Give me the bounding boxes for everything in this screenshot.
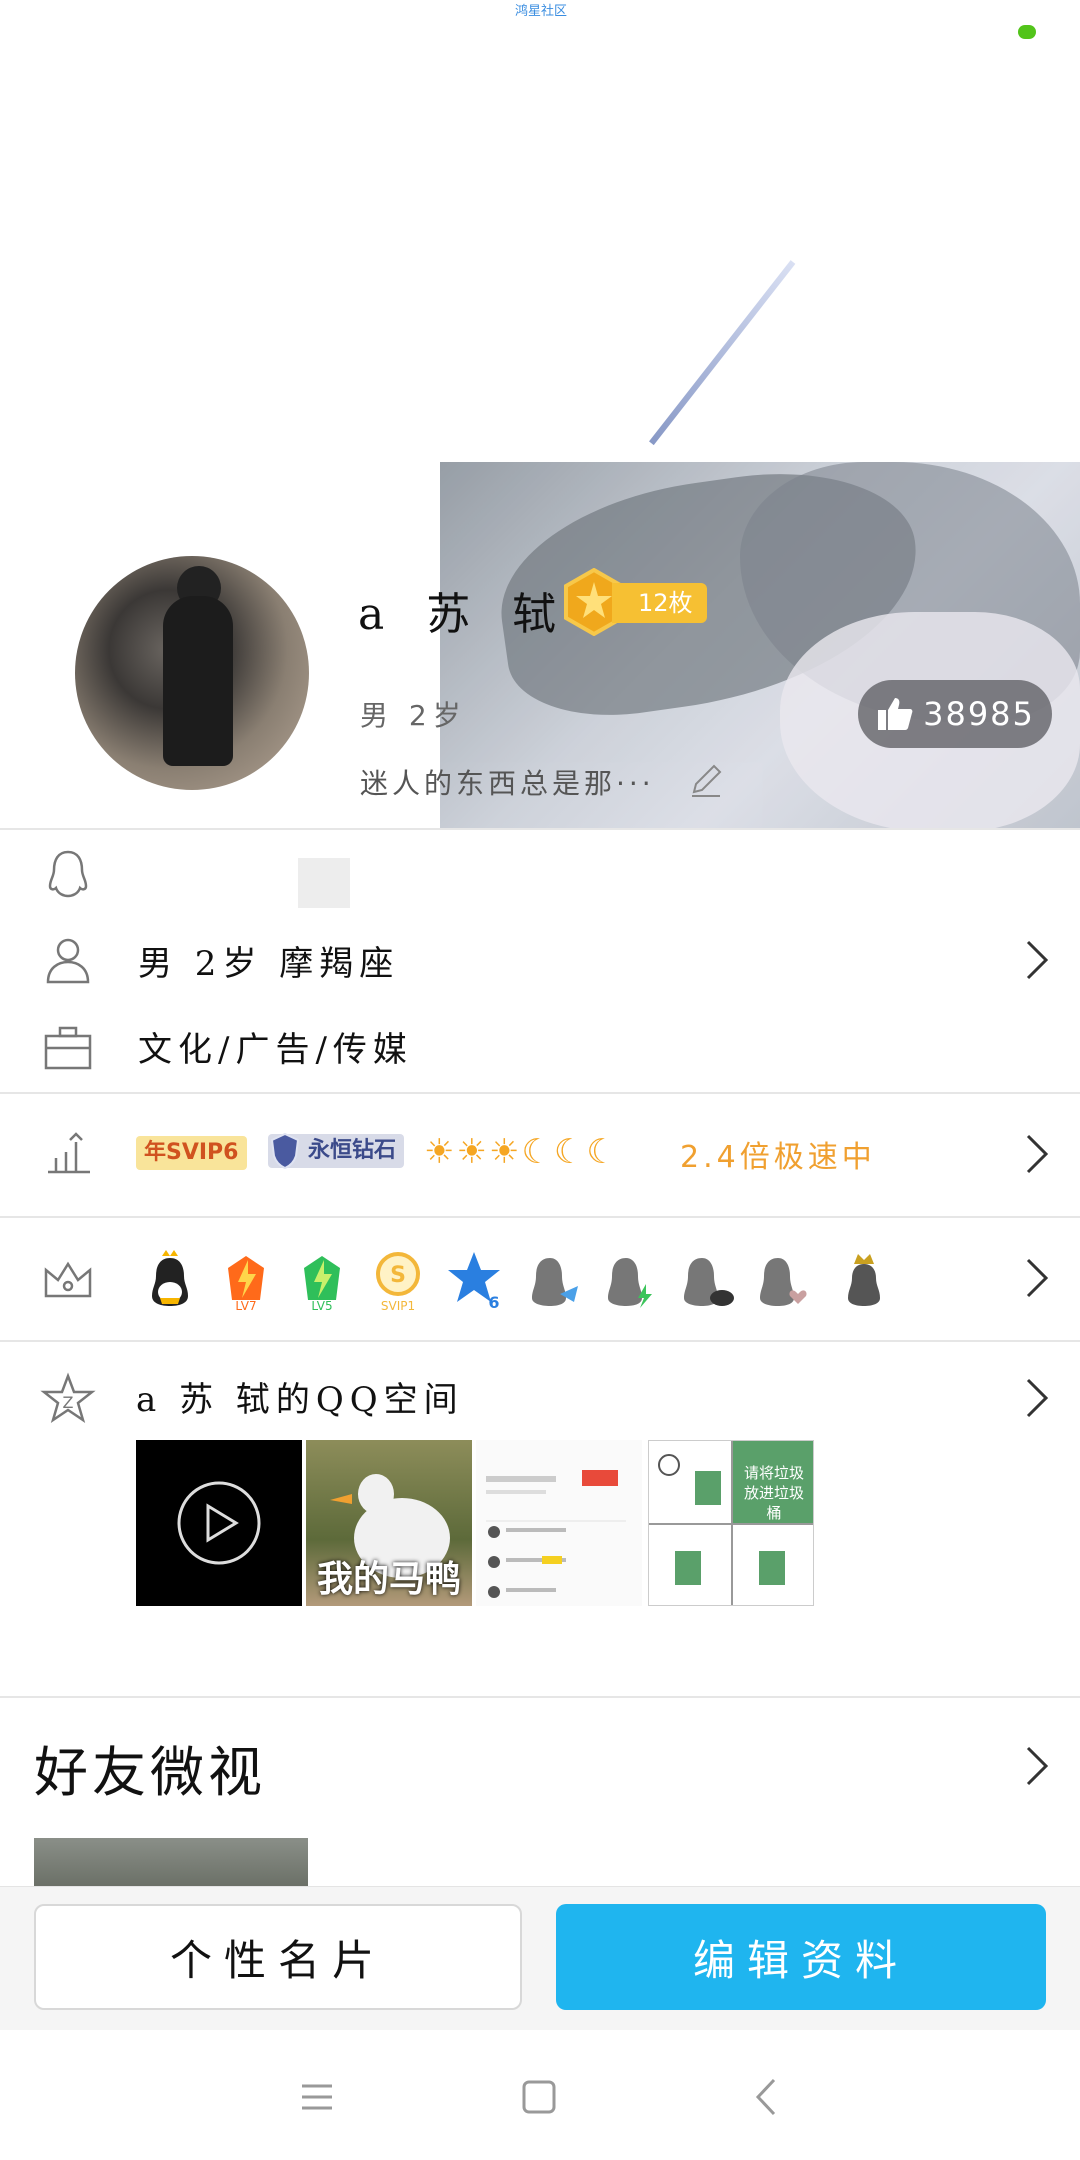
svip1-icon[interactable]: S SVIP1 (366, 1248, 430, 1312)
cover-decoration (649, 260, 796, 446)
qzone-title[interactable]: a 苏 轼的QQ空间 (136, 1372, 464, 1421)
divider (0, 1340, 1080, 1342)
star-6-icon[interactable]: 6 (444, 1248, 508, 1312)
svg-text:6: 6 (488, 1293, 499, 1312)
chevron-right-icon[interactable] (1022, 1376, 1052, 1420)
penguin-lightning-icon[interactable] (596, 1248, 660, 1312)
qq-penguin-icon (48, 850, 88, 898)
shield-icon (270, 1132, 300, 1170)
occupation-text: 文化/广告/传媒 (138, 1030, 413, 1070)
divider (0, 1092, 1080, 1094)
chevron-right-icon[interactable] (1022, 938, 1052, 982)
penguin-fish-icon[interactable] (520, 1248, 584, 1312)
comic-caption: 请将垃圾放进垃圾桶 (743, 1464, 804, 1522)
divider (0, 1216, 1080, 1218)
penguin-heart-icon[interactable] (748, 1248, 812, 1312)
svg-text:SVIP1: SVIP1 (381, 1299, 415, 1312)
chevron-right-icon[interactable] (1022, 1132, 1052, 1176)
medal-count-badge[interactable]: 12枚 (612, 583, 707, 623)
nickname: a 苏 轼 (358, 589, 571, 640)
qzone-star-icon: Z (40, 1372, 96, 1423)
chevron-right-icon[interactable] (1022, 1744, 1052, 1788)
penguin-whale-icon[interactable] (672, 1248, 736, 1312)
level-chart-icon (48, 1132, 90, 1174)
edit-profile-button[interactable]: 编辑资料 (556, 1904, 1046, 2010)
play-icon (177, 1481, 261, 1565)
svg-text:LV7: LV7 (235, 1299, 256, 1312)
duck-caption: 我的马鸭 (316, 1559, 461, 1600)
lightning-lv5-icon[interactable]: LV5 (290, 1248, 354, 1312)
divider (0, 1696, 1080, 1698)
speed-text: 2.4倍极速中 (680, 1140, 876, 1175)
svg-text:LV5: LV5 (311, 1299, 332, 1312)
menu-icon[interactable] (294, 2074, 340, 2120)
status-indicator-icon (1018, 25, 1036, 39)
personal-card-button[interactable]: 个性名片 (34, 1904, 522, 2010)
svg-text:Z: Z (63, 1393, 74, 1412)
svip-badge[interactable]: 年SVIP6 (136, 1136, 247, 1170)
home-icon[interactable] (516, 2074, 562, 2120)
qq-vip-penguin-icon[interactable] (138, 1248, 202, 1312)
edit-signature-icon[interactable] (686, 760, 726, 800)
divider (0, 828, 1080, 830)
svg-text:S: S (390, 1263, 406, 1288)
level-icons[interactable]: ☀☀☀☾☾☾ (424, 1132, 619, 1172)
person-icon (46, 938, 90, 984)
thumbs-up-icon (878, 698, 913, 730)
likes-count: 38985 (923, 695, 1035, 733)
status-label: 鸿星社区 (515, 4, 568, 19)
qzone-thumb-screenshot[interactable] (476, 1440, 642, 1606)
signature-text[interactable]: 迷人的东西总是那··· (360, 762, 655, 802)
gender-age-text: 男 2岁 (360, 699, 467, 732)
avatar[interactable] (75, 556, 309, 790)
crown-icon (44, 1261, 92, 1298)
briefcase-icon (44, 1026, 92, 1070)
qzone-thumb-video[interactable] (136, 1440, 302, 1606)
friends-video-thumb[interactable] (34, 1838, 308, 1888)
qzone-thumb-comic[interactable]: 请将垃圾放进垃圾桶 (648, 1440, 814, 1606)
qzone-thumb-duck[interactable]: 我的马鸭 (306, 1440, 472, 1606)
basic-info-text: 男 2岁 摩羯座 (138, 944, 400, 984)
screenshot-image (486, 1470, 626, 1598)
like-button[interactable]: 38985 (858, 680, 1052, 748)
chevron-right-icon[interactable] (1022, 1256, 1052, 1300)
lightning-lv7-icon[interactable]: LV7 (214, 1248, 278, 1312)
back-icon[interactable] (744, 2074, 790, 2120)
penguin-crown-icon[interactable] (832, 1248, 896, 1312)
friends-video-title[interactable]: 好友微视 (34, 1728, 266, 1807)
qq-number-redacted (298, 858, 350, 908)
